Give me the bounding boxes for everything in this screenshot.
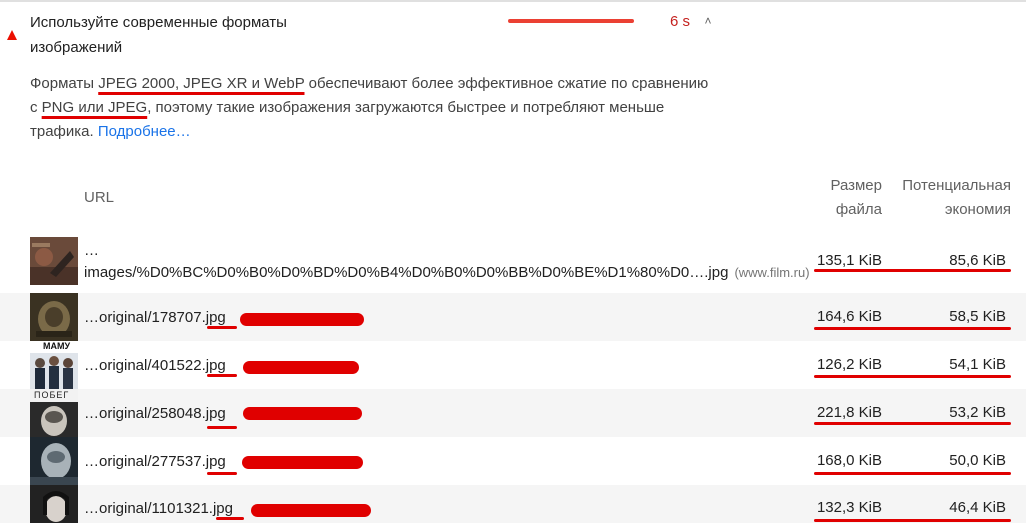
- savings-cell: 53,2 KiB: [949, 404, 1006, 421]
- url-cell[interactable]: …original/277537.jpg: [84, 450, 226, 474]
- url-path: images/%D0%BC%D0%B0%D0%BD%D0%B4%D0%B0%D0…: [84, 264, 729, 281]
- savings-cell: 54,1 KiB: [949, 356, 1006, 373]
- annotation-underline: [814, 375, 1011, 378]
- thumbnail-image: [30, 237, 78, 285]
- url-host: (www.film.ru): [734, 265, 810, 280]
- redaction-mark: [251, 504, 371, 517]
- learn-more-link[interactable]: Подробнее…: [98, 123, 191, 140]
- table-row: …original/1101321.jpg 132,3 KiB 46,4 KiB: [0, 485, 1026, 523]
- description-text-1: Форматы: [30, 75, 99, 92]
- column-header-size: Размер файла: [830, 177, 882, 218]
- redaction-mark: [242, 456, 363, 469]
- description-old-formats: PNG или JPEG: [41, 99, 148, 116]
- table-row: … images/%D0%BC%D0%B0%D0%BD%D0%B4%D0%B0%…: [0, 233, 1026, 291]
- thumbnail-caption: МАМУ: [43, 341, 71, 351]
- annotation-underline: [814, 519, 1011, 522]
- annotation-underline: [814, 269, 1011, 272]
- column-header-url: URL: [84, 189, 115, 206]
- url-cell[interactable]: …original/401522.jpg: [84, 354, 226, 378]
- thumbnail-image: [30, 485, 78, 523]
- thumbnail-image: [30, 437, 78, 485]
- thumbnail-image: [30, 293, 78, 341]
- annotation-underline: [207, 426, 237, 429]
- audit-title[interactable]: Используйте современные форматы изображе…: [30, 10, 350, 60]
- savings-cell: 58,5 KiB: [949, 308, 1006, 325]
- top-divider: [0, 0, 1026, 2]
- url-cell[interactable]: images/%D0%BC%D0%B0%D0%BD%D0%B4%D0%B0%D0…: [84, 261, 810, 285]
- thumbnail-image: ПОБЕГ: [30, 389, 78, 437]
- chevron-up-icon[interactable]: ˄: [702, 13, 714, 29]
- description-formats: JPEG 2000, JPEG XR и WebP: [98, 75, 305, 92]
- annotation-underline: [207, 326, 237, 329]
- thumbnail-caption: ПОБЕГ: [34, 390, 70, 400]
- savings-time: 6 s: [670, 13, 691, 30]
- annotation-underline: [216, 517, 244, 520]
- table-row: …original/277537.jpg 168,0 KiB 50,0 KiB: [0, 437, 1026, 485]
- redaction-mark: [243, 361, 359, 374]
- column-header-savings: Потенциальная экономия: [902, 177, 1011, 218]
- annotation-underline: [207, 374, 237, 377]
- url-ellipsis: …: [84, 242, 99, 259]
- thumbnail-image: МАМУ: [30, 341, 78, 389]
- fail-triangle-icon: [7, 30, 17, 40]
- size-cell: 132,3 KiB: [816, 499, 882, 516]
- url-cell[interactable]: …original/178707.jpg: [84, 306, 226, 330]
- table-row: МАМУ …original/401522.jpg 126,2 KiB 54,1…: [0, 341, 1026, 389]
- size-cell: 126,2 KiB: [816, 356, 882, 373]
- annotation-underline: [207, 472, 237, 475]
- size-cell: 164,6 KiB: [816, 308, 882, 325]
- url-cell[interactable]: …original/1101321.jpg: [84, 497, 233, 521]
- annotation-underline: [814, 327, 1011, 330]
- url-cell[interactable]: …original/258048.jpg: [84, 402, 226, 426]
- table-row: …original/178707.jpg 164,6 KiB 58,5 KiB: [0, 293, 1026, 341]
- lighthouse-audit-panel: Используйте современные форматы изображе…: [0, 0, 1026, 523]
- audit-description: Форматы JPEG 2000, JPEG XR и WebP обеспе…: [30, 72, 710, 144]
- table-row: ПОБЕГ …original/258048.jpg 221,8 KiB 53,…: [0, 389, 1026, 437]
- savings-cell: 46,4 KiB: [949, 499, 1006, 516]
- savings-bar: [508, 19, 634, 23]
- redaction-mark: [243, 407, 362, 420]
- size-cell: 168,0 KiB: [816, 452, 882, 469]
- redaction-mark: [240, 313, 364, 326]
- annotation-underline: [814, 422, 1011, 425]
- savings-cell: 50,0 KiB: [949, 452, 1006, 469]
- annotation-underline: [814, 472, 1011, 475]
- size-cell: 221,8 KiB: [816, 404, 882, 421]
